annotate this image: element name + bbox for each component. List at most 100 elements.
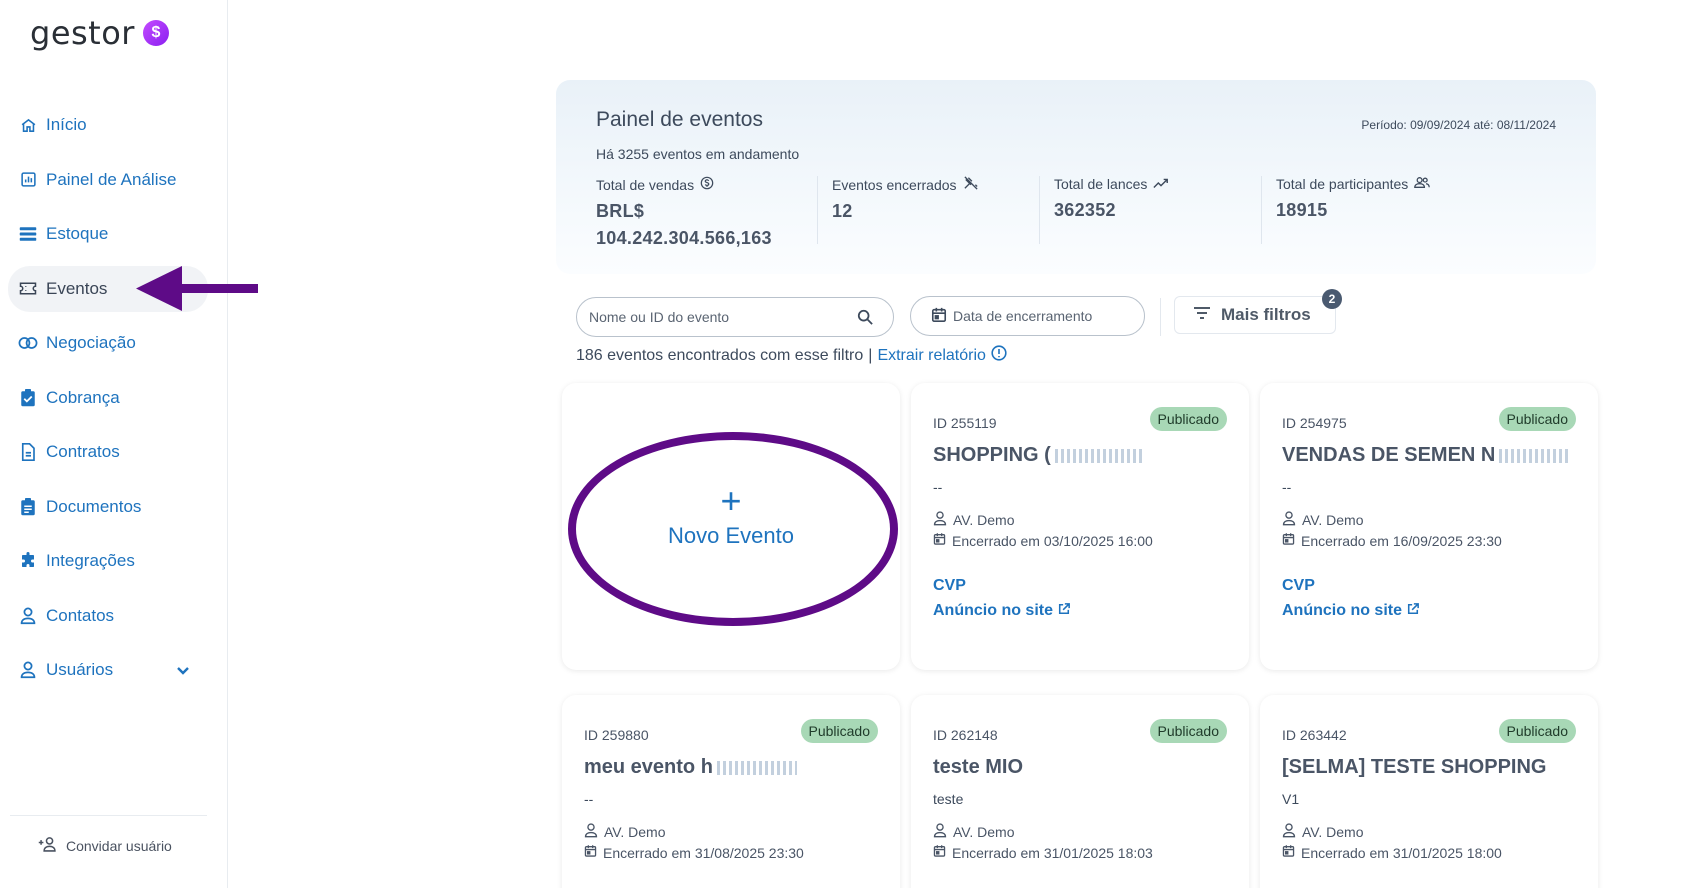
stat-label-text: Total de vendas [596,176,695,193]
event-date-text: Encerrado em 31/01/2025 18:03 [952,844,1153,861]
event-title-text: VENDAS DE SEMEN N [1282,444,1496,466]
event-author: AV. Demo [1282,823,1363,841]
person-icon [933,823,947,841]
event-description: -- [584,791,594,807]
person-icon [1282,823,1296,841]
sidebar-item-contratos[interactable]: Contratos [8,429,208,475]
stat-total-bids: Total de lances 362352 [1040,176,1262,244]
stat-total-sales: Total de vendas BRL$ 104.242.304.566,163 [596,176,818,248]
search-field[interactable] [576,297,894,337]
sidebar-item-label: Negociação [46,333,136,352]
calendar-icon [931,307,947,326]
sidebar-item-painel-analise[interactable]: Painel de Análise [8,157,208,203]
event-title: SHOPPING ( [933,444,1145,467]
sidebar-item-estoque[interactable]: Estoque [8,211,208,257]
event-title: [SELMA] TESTE SHOPPING [1282,756,1547,778]
filter-count-badge: 2 [1322,289,1342,309]
app-root: gestor $ Início Painel de Análise Estoqu… [0,0,1686,888]
closing-date-field[interactable]: Data de encerramento [910,296,1145,336]
sidebar-item-label: Usuários [46,660,114,679]
search-icon[interactable] [857,309,873,330]
stat-label-text: Eventos encerrados [832,176,957,193]
brand-logo[interactable]: gestor $ [30,14,169,52]
person-icon [933,511,947,529]
event-author-text: AV. Demo [604,824,666,840]
sidebar-item-label: Início [46,115,87,134]
calendar-icon [933,532,946,549]
invite-user-button[interactable]: Convidar usuário [38,836,172,855]
filter-divider [1160,298,1161,336]
annotation-ellipse [568,432,898,626]
event-author-text: AV. Demo [1302,824,1364,840]
stat-value: 12 [832,201,853,221]
sidebar-item-documentos[interactable]: Documentos [8,484,208,530]
stat-label-text: Total de participantes [1276,176,1409,192]
person-add-icon [38,836,58,855]
event-description: -- [1282,479,1292,495]
event-author-text: AV. Demo [1302,512,1364,528]
dollar-circle-icon [700,176,714,193]
status-badge: Publicado [1498,407,1576,431]
sidebar-item-inicio[interactable]: Início [8,102,208,148]
event-title: VENDAS DE SEMEN N [1282,444,1570,467]
sidebar-item-contatos[interactable]: Contatos [8,593,208,639]
person-icon [584,823,598,841]
event-title: teste MIO [933,756,1024,778]
event-author: AV. Demo [584,823,665,841]
event-date-text: Encerrado em 16/09/2025 23:30 [1301,532,1502,549]
site-ad-link[interactable]: Anúncio no site [1282,602,1419,620]
redacted-text [716,760,797,775]
clipboard-icon [18,497,38,517]
calendar-icon [584,844,597,861]
event-author: AV. Demo [933,511,1014,529]
event-type: CVP [1282,577,1315,594]
sidebar: gestor $ Início Painel de Análise Estoqu… [0,0,228,888]
results-count-text: 186 eventos encontrados com esse filtro [576,346,864,364]
event-date-text: Encerrado em 31/01/2025 18:00 [1301,844,1502,861]
site-ad-label: Anúncio no site [933,602,1053,619]
search-input[interactable] [589,309,849,325]
stat-label: Eventos encerrados [832,176,1039,193]
stat-value: 18915 [1276,200,1328,220]
event-card[interactable]: ID 262148 Publicado teste MIO teste AV. … [911,695,1249,888]
calendar-icon [933,844,946,861]
event-description: -- [933,479,943,495]
stat-value: BRL$ 104.242.304.566,163 [596,201,772,248]
event-id: ID 259880 [584,727,649,743]
status-badge: Publicado [1149,407,1227,431]
external-link-icon [1058,602,1070,620]
chart-icon [18,170,38,190]
event-card[interactable]: ID 255119 Publicado SHOPPING ( -- AV. De… [911,383,1249,670]
site-ad-link[interactable]: Anúncio no site [933,602,1070,620]
site-ad-label: Anúncio no site [1282,602,1402,619]
export-report-link[interactable]: Extrair relatório [877,345,1007,366]
sidebar-item-cobranca[interactable]: Cobrança [8,375,208,421]
panel-period: Período: 09/09/2024 até: 08/11/2024 [1361,118,1556,132]
invite-user-label: Convidar usuário [66,837,172,854]
stat-label: Total de vendas [596,176,817,193]
sidebar-item-negociacao[interactable]: Negociação [8,320,208,366]
document-icon [18,442,38,462]
event-date-text: Encerrado em 03/10/2025 16:00 [952,532,1153,549]
info-icon [991,345,1007,366]
event-author-text: AV. Demo [953,824,1015,840]
calendar-icon [1282,844,1295,861]
gavel-off-icon [963,176,979,193]
list-icon [18,224,38,244]
chevron-down-icon[interactable] [176,661,190,681]
sidebar-item-integracoes[interactable]: Integrações [8,538,208,584]
calendar-icon [1282,532,1295,549]
sidebar-item-label: Cobrança [46,387,120,407]
event-card[interactable]: ID 259880 Publicado meu evento h -- AV. … [562,695,900,888]
person-icon [18,606,38,626]
more-filters-button[interactable]: Mais filtros [1174,296,1336,334]
sidebar-nav: Início Painel de Análise Estoque Eventos… [8,102,208,702]
event-date: Encerrado em 03/10/2025 16:00 [933,532,1153,549]
event-card[interactable]: ID 263442 Publicado [SELMA] TESTE SHOPPI… [1260,695,1598,888]
brand-name: gestor [30,14,135,52]
event-id: ID 255119 [933,415,997,431]
events-dashboard-panel: Painel de eventos Há 3255 eventos em and… [556,80,1596,274]
event-card[interactable]: ID 254975 Publicado VENDAS DE SEMEN N --… [1260,383,1598,670]
event-author: AV. Demo [933,823,1014,841]
sidebar-item-usuarios[interactable]: Usuários [8,647,208,693]
